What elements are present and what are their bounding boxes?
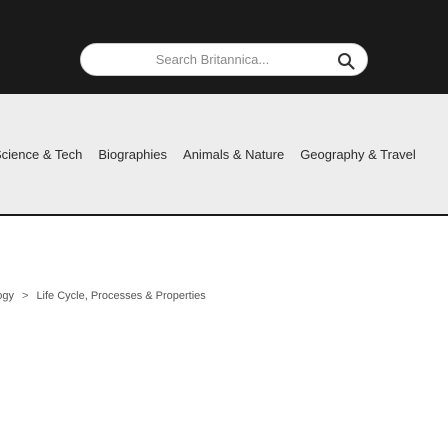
search-icon[interactable] — [337, 52, 355, 70]
category-nav: Science & Tech Biographies Animals & Nat… — [0, 94, 448, 214]
breadcrumb: Biology > Life Cycle, Processes & Proper… — [0, 287, 206, 305]
nav-item-animals-nature[interactable]: Animals & Nature — [183, 147, 284, 162]
nav-item-biographies[interactable]: Biographies — [98, 147, 167, 162]
breadcrumb-separator: > — [22, 290, 29, 302]
category-nav-list: Science & Tech Biographies Animals & Nat… — [0, 94, 432, 214]
site-header: Science & Tech Biographies Animals & Nat… — [0, 0, 448, 216]
breadcrumb-item-life-cycle[interactable]: Life Cycle, Processes & Properties — [36, 290, 205, 302]
breadcrumb-item-biology[interactable]: Biology — [0, 290, 14, 302]
search-input[interactable] — [81, 44, 367, 75]
nav-item-science-tech[interactable]: Science & Tech — [0, 147, 82, 162]
search-box[interactable] — [80, 43, 368, 76]
nav-item-geography-travel[interactable]: Geography & Travel — [300, 147, 416, 162]
